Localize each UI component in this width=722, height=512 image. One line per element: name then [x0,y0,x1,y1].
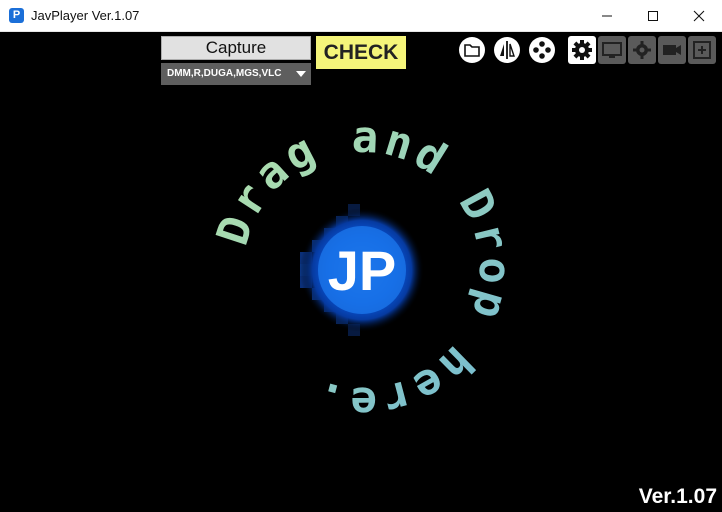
app-icon: P [9,8,24,23]
site-select-value: DMM,R,DUGA,MGS,VLC [167,68,282,79]
add-window-button[interactable] [688,36,716,64]
folder-button[interactable] [458,36,486,64]
capture-button[interactable]: Capture [161,36,311,60]
site-select[interactable]: DMM,R,DUGA,MGS,VLC [161,63,311,85]
gear-icon [572,40,592,60]
check-button[interactable]: CHECK [316,36,406,69]
logo-letter: JP [328,239,397,302]
version-label: Ver.1.07 [638,485,717,508]
display-settings-button[interactable] [628,36,656,64]
title-bar: P JavPlayer Ver.1.07 [0,0,722,32]
window-title: JavPlayer Ver.1.07 [31,8,140,23]
maximize-icon [648,10,658,21]
display-settings-icon [633,41,651,59]
minimize-button[interactable] [584,0,630,31]
split-view-icon [494,37,520,63]
gamepad-icon [529,37,555,63]
close-icon [693,10,705,21]
settings-button[interactable] [568,36,596,64]
add-window-icon [693,41,711,59]
maximize-button[interactable] [630,0,676,31]
folder-icon [459,37,485,63]
monitor-icon [602,42,622,58]
player-area[interactable]: JP Drag and Drop here. Capture DMM,R,DUG… [0,32,722,512]
close-button[interactable] [676,0,722,31]
gamepad-button[interactable] [528,36,556,64]
drop-zone-graphic: JP Drag and Drop here. [207,112,516,428]
drop-zone[interactable]: JP Drag and Drop here. [0,32,722,512]
chevron-down-icon [296,71,306,77]
monitor-button[interactable] [598,36,626,64]
split-view-button[interactable] [493,36,521,64]
minimize-icon [602,15,612,16]
video-camera-icon [663,45,681,55]
record-button[interactable] [658,36,686,64]
